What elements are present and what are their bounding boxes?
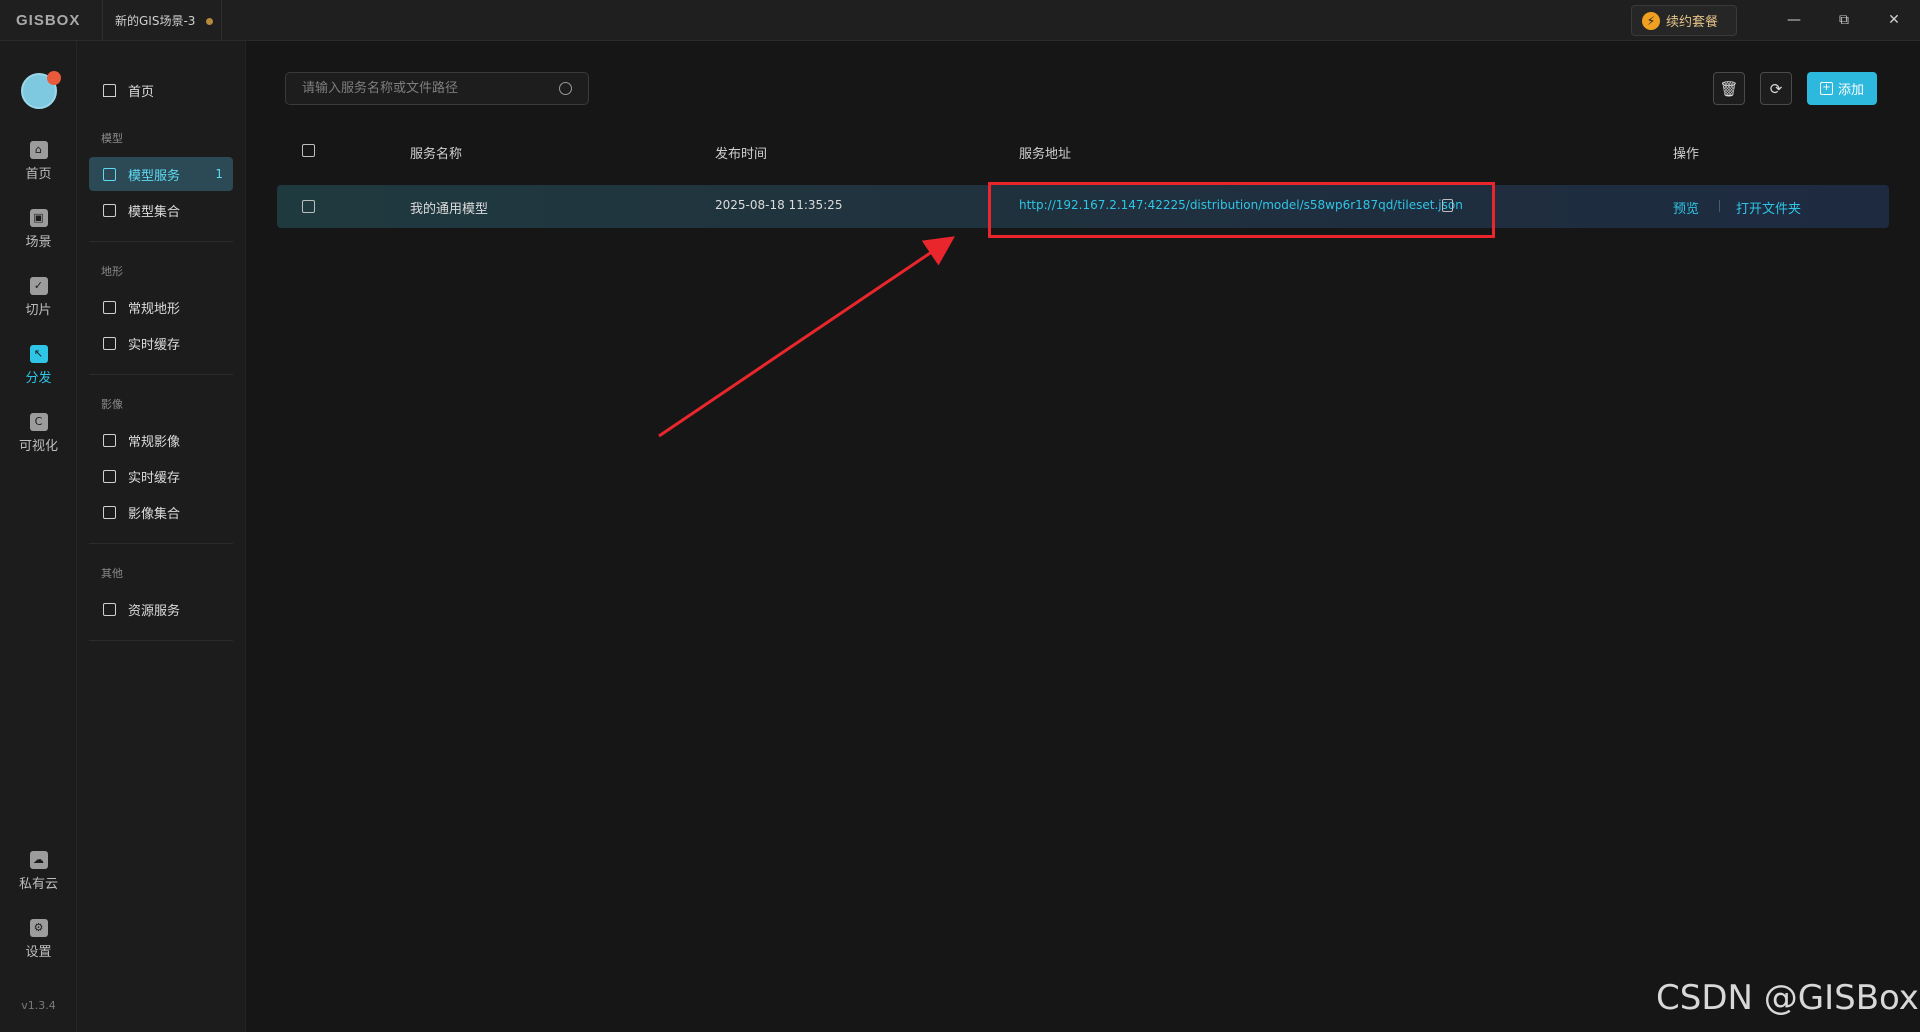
sidebar-group-other: 其他 [101, 567, 123, 580]
home-icon [103, 83, 116, 97]
row-checkbox[interactable] [302, 200, 315, 213]
app-version: v1.3.4 [21, 999, 56, 1012]
sidebar-item-resource-service[interactable]: 资源服务 [89, 592, 233, 626]
scene-tab-title: 新的GIS场景-3 [115, 14, 196, 28]
cache-icon [103, 336, 116, 350]
refresh-button[interactable]: ⟳ [1760, 72, 1792, 105]
sidebar-item-label: 影像集合 [128, 506, 181, 522]
sidebar-divider [89, 241, 233, 242]
sidebar-item-label: 常规影像 [128, 434, 181, 450]
cache-icon [103, 469, 116, 483]
search-icon[interactable] [559, 82, 572, 95]
main-nav-rail: ⌂ 首页 ▣ 场景 ✓ 切片 ↖ 分发 C 可视化 ☁ 私有云 ⚙ 设置 v1.… [0, 41, 77, 1032]
search-input[interactable] [286, 73, 546, 104]
publish-time-cell: 2025-08-18 11:35:25 [715, 198, 843, 212]
restore-button[interactable]: ⧉ [1830, 8, 1858, 32]
sidebar-item-terrain-cache[interactable]: 实时缓存 [89, 326, 233, 360]
service-name-cell: 我的通用模型 [410, 202, 489, 217]
distribution-sidebar: 首页 模型 模型服务 1 模型集合 地形 常规地形 实时缓存 影像 常规影像 实… [77, 41, 246, 1032]
sidebar-divider [89, 374, 233, 375]
delete-button[interactable]: 🗑 [1713, 72, 1745, 105]
sidebar-divider [89, 543, 233, 544]
resource-icon [103, 602, 116, 616]
sidebar-item-label: 实时缓存 [128, 470, 181, 486]
action-divider [1719, 200, 1720, 212]
rail-item-label: 私有云 [18, 877, 58, 892]
sidebar-item-label: 模型集合 [128, 204, 181, 220]
sidebar-item-imagery-collection[interactable]: 影像集合 [89, 495, 233, 529]
sidebar-item-label: 实时缓存 [128, 337, 181, 353]
rail-item-visualize[interactable]: C 可视化 [0, 413, 77, 454]
private-cloud-icon: ☁ [29, 851, 48, 869]
settings-icon: ⚙ [29, 919, 48, 937]
refresh-icon: ⟳ [1769, 79, 1783, 98]
rail-item-label: 分发 [25, 371, 52, 386]
sidebar-item-model-service[interactable]: 模型服务 1 [89, 157, 233, 191]
rail-item-label: 可视化 [18, 439, 58, 454]
column-header-actions: 操作 [1673, 147, 1700, 162]
search-box [285, 72, 589, 105]
scene-icon: ▣ [29, 209, 48, 227]
scene-tab[interactable]: 新的GIS场景-3 [102, 0, 222, 41]
sidebar-item-label: 常规地形 [128, 301, 181, 317]
rail-item-settings[interactable]: ⚙ 设置 [0, 919, 77, 960]
sidebar-item-imagery-regular[interactable]: 常规影像 [89, 423, 233, 457]
imagery-collection-icon [103, 505, 116, 519]
sidebar-item-imagery-cache[interactable]: 实时缓存 [89, 459, 233, 493]
distribute-icon: ↖ [29, 345, 48, 363]
imagery-icon [103, 433, 116, 447]
add-button-label: 添加 [1837, 83, 1864, 98]
title-bar: GISBOX 新的GIS场景-3 ⚡ 续约套餐 — ⧉ ✕ [0, 0, 1920, 41]
plus-icon: + [1819, 82, 1833, 95]
count-badge: 1 [215, 167, 223, 181]
sidebar-item-terrain-regular[interactable]: 常规地形 [89, 290, 233, 324]
notification-badge-icon [47, 71, 61, 85]
model-collection-icon [103, 203, 116, 217]
rail-item-label: 设置 [25, 945, 52, 960]
highlight-box [988, 182, 1495, 238]
rail-item-scene[interactable]: ▣ 场景 [0, 209, 77, 250]
watermark-text: CSDN @GISBox [1656, 978, 1919, 1018]
app-logo: GISBOX [16, 12, 81, 29]
trash-icon: 🗑 [1719, 79, 1739, 98]
rail-item-label: 首页 [25, 167, 52, 182]
visualize-icon: C [29, 413, 48, 431]
minimize-button[interactable]: — [1780, 8, 1808, 32]
column-header-time: 发布时间 [715, 147, 768, 162]
tile-icon: ✓ [29, 277, 48, 295]
renew-plan-button[interactable]: ⚡ 续约套餐 [1631, 5, 1737, 36]
sidebar-item-label: 资源服务 [128, 603, 181, 619]
sidebar-item-home[interactable]: 首页 [89, 73, 233, 107]
sidebar-group-terrain: 地形 [101, 265, 123, 278]
rail-item-tile[interactable]: ✓ 切片 [0, 277, 77, 318]
renew-plan-label: 续约套餐 [1666, 15, 1719, 30]
sidebar-item-label: 模型服务 [128, 168, 181, 184]
rail-item-label: 场景 [25, 235, 52, 250]
model-service-icon [103, 167, 116, 181]
home-icon: ⌂ [29, 141, 48, 159]
preview-link[interactable]: 预览 [1673, 198, 1699, 217]
annotation-arrow [658, 236, 955, 438]
sidebar-divider [89, 640, 233, 641]
sidebar-group-model: 模型 [101, 132, 123, 145]
unsaved-dot-icon [206, 18, 213, 25]
select-all-checkbox[interactable] [302, 144, 315, 157]
column-header-name: 服务名称 [410, 147, 463, 162]
rail-item-distribute[interactable]: ↖ 分发 [0, 345, 77, 386]
add-button[interactable]: + 添加 [1807, 72, 1877, 105]
rail-item-home[interactable]: ⌂ 首页 [0, 141, 77, 182]
sidebar-group-imagery: 影像 [101, 398, 123, 411]
open-folder-link[interactable]: 打开文件夹 [1736, 198, 1801, 217]
rail-item-label: 切片 [25, 303, 52, 318]
rail-item-private-cloud[interactable]: ☁ 私有云 [0, 851, 77, 892]
terrain-icon [103, 300, 116, 314]
close-button[interactable]: ✕ [1880, 8, 1908, 32]
column-header-address: 服务地址 [1019, 147, 1072, 162]
sidebar-item-label: 首页 [128, 84, 155, 100]
sidebar-item-model-collection[interactable]: 模型集合 [89, 193, 233, 227]
lightning-icon: ⚡ [1642, 11, 1660, 30]
